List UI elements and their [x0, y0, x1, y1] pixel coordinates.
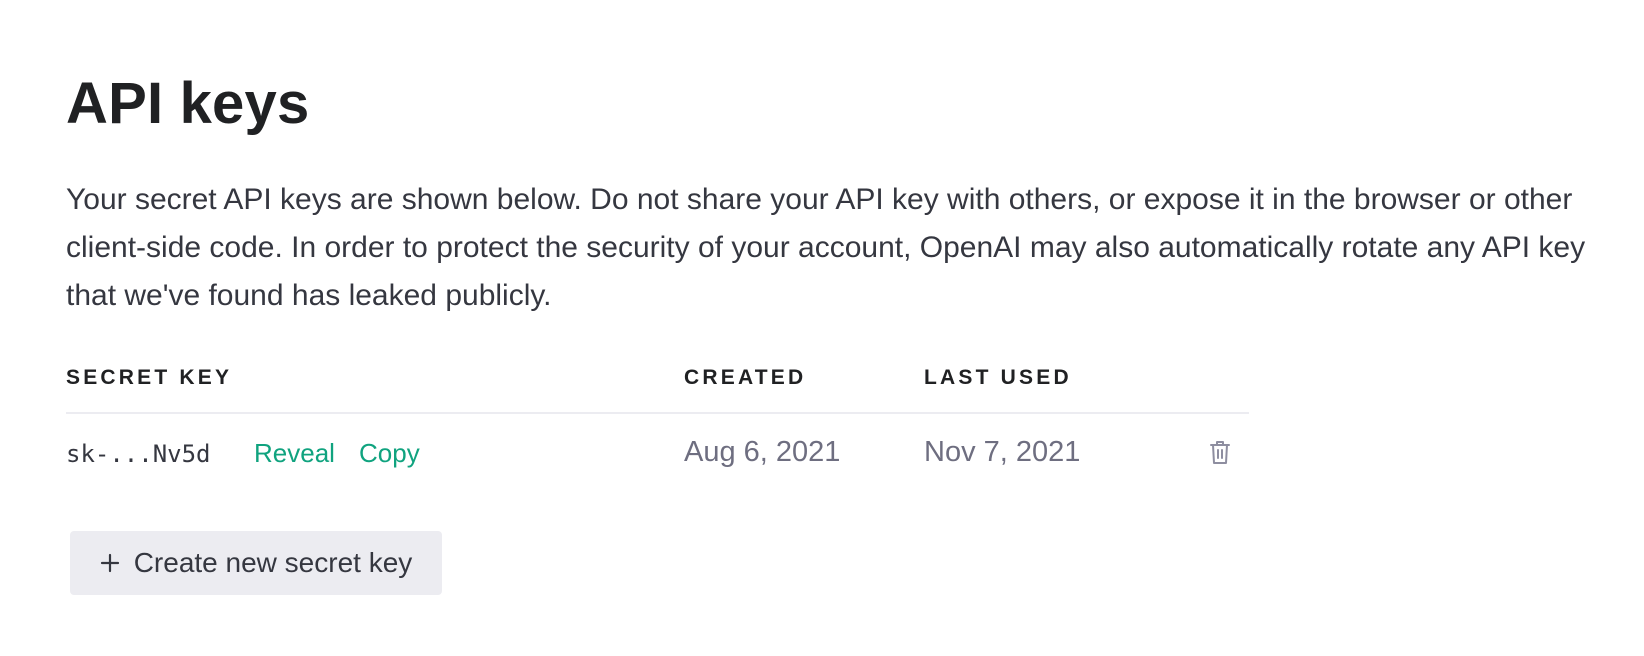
- api-keys-table: SECRET KEY CREATED LAST USED sk-...Nv5d …: [66, 362, 1249, 492]
- table-header: SECRET KEY CREATED LAST USED: [66, 362, 1249, 414]
- column-header-last-used: LAST USED: [924, 366, 1072, 389]
- delete-key-button[interactable]: [1206, 436, 1234, 468]
- last-used-date: Nov 7, 2021: [924, 436, 1081, 468]
- table-row: sk-...Nv5d Reveal Copy Aug 6, 2021 Nov 7…: [66, 414, 1249, 492]
- page-description: Your secret API keys are shown below. Do…: [66, 183, 1586, 312]
- column-header-created: CREATED: [684, 366, 807, 389]
- page-title: API keys: [66, 71, 310, 136]
- column-header-secret-key: SECRET KEY: [66, 366, 233, 389]
- reveal-key-link[interactable]: Reveal: [254, 438, 335, 469]
- copy-key-link[interactable]: Copy: [359, 438, 420, 469]
- plus-icon: [100, 553, 119, 573]
- create-secret-key-label: Create new secret key: [133, 547, 413, 578]
- created-date: Aug 6, 2021: [684, 436, 841, 468]
- secret-key-value: sk-...Nv5d: [66, 440, 211, 468]
- trash-icon: [1210, 441, 1230, 464]
- create-secret-key-button[interactable]: Create new secret key: [70, 531, 442, 595]
